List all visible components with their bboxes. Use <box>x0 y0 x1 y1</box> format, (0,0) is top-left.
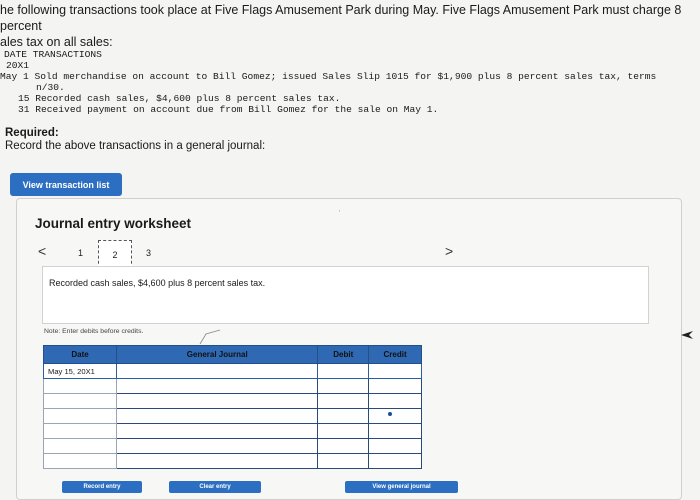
debit-cell[interactable] <box>317 423 370 439</box>
date-cell[interactable]: May 15, 20X1 <box>42 363 118 379</box>
transaction-description: Recorded cash sales, $4,600 plus 8 perce… <box>49 278 266 288</box>
chevron-left-icon[interactable]: < <box>38 243 46 259</box>
credit-cell[interactable] <box>368 423 422 439</box>
page-1-link[interactable]: 1 <box>78 248 83 258</box>
view-general-journal-button[interactable]: View general journal <box>345 481 458 493</box>
journal-row <box>42 453 422 469</box>
debit-cell[interactable] <box>317 453 370 469</box>
date-cell[interactable] <box>42 453 118 469</box>
journal-table: Date General Journal Debit Credit May 15… <box>42 345 422 469</box>
date-cell[interactable] <box>42 408 118 424</box>
credit-cell[interactable] <box>368 363 422 379</box>
worksheet-title: Journal entry worksheet <box>35 216 192 231</box>
date-cell[interactable] <box>42 393 118 409</box>
pen-mark <box>199 329 221 345</box>
account-cell[interactable] <box>116 408 319 424</box>
page-3-link[interactable]: 3 <box>146 248 151 258</box>
transaction-description-box <box>42 266 649 324</box>
date-cell[interactable] <box>42 378 118 394</box>
debit-cell[interactable] <box>317 363 370 379</box>
transaction-may-31: 31 Received payment on account due from … <box>18 104 439 115</box>
problem-intro: he following transactions took place at … <box>0 2 695 50</box>
journal-row <box>42 423 422 439</box>
debit-cell[interactable] <box>317 378 370 394</box>
record-entry-button[interactable]: Record entry <box>62 481 142 493</box>
transaction-may-1-cont: n/30. <box>36 82 65 93</box>
transaction-may-1: May 1 Sold merchandise on account to Bil… <box>0 71 657 82</box>
debit-cell[interactable] <box>317 408 370 424</box>
mouse-pointer-icon <box>681 331 693 339</box>
journal-row <box>42 408 422 424</box>
account-cell[interactable] <box>116 453 319 469</box>
date-column-header: Date <box>42 345 118 364</box>
journal-header-row: Date General Journal Debit Credit <box>42 345 422 364</box>
intro-line-2: ales tax on all sales: <box>0 35 113 49</box>
journal-row <box>42 378 422 394</box>
transaction-may-15: 15 Recorded cash sales, $4,600 plus 8 pe… <box>18 93 341 104</box>
date-cell[interactable] <box>42 423 118 439</box>
transactions-header: DATE TRANSACTIONS <box>4 49 102 60</box>
journal-row: May 15, 20X1 <box>42 363 422 379</box>
journal-row <box>42 438 422 454</box>
credit-cell[interactable] <box>368 378 422 394</box>
credit-column-header: Credit <box>368 345 422 364</box>
chevron-right-icon[interactable]: > <box>445 243 453 259</box>
account-cell[interactable] <box>116 438 319 454</box>
transactions-year: 20X1 <box>6 60 30 71</box>
clear-entry-button[interactable]: Clear entry <box>169 481 261 493</box>
general-journal-column-header: General Journal <box>116 345 319 364</box>
debit-cell[interactable] <box>317 438 370 454</box>
page-2-label: 2 <box>112 249 118 260</box>
intro-line-1: he following transactions took place at … <box>0 3 682 33</box>
credit-cell[interactable] <box>368 408 422 424</box>
required-text: Record the above transactions in a gener… <box>5 140 266 152</box>
account-cell[interactable] <box>116 423 319 439</box>
debit-cell[interactable] <box>317 393 370 409</box>
stray-mark: ' <box>339 210 341 217</box>
date-cell[interactable] <box>42 438 118 454</box>
credit-cell[interactable] <box>368 453 422 469</box>
credit-cell[interactable] <box>368 438 422 454</box>
view-transaction-list-button[interactable]: View transaction list <box>10 173 122 196</box>
cell-marker-dot <box>388 412 392 416</box>
debit-column-header: Debit <box>317 345 370 364</box>
page-2-current[interactable]: 2 <box>98 240 132 269</box>
account-cell[interactable] <box>116 393 319 409</box>
debit-credit-note: Note: Enter debits before credits. <box>44 328 144 335</box>
required-label: Required: <box>5 127 59 139</box>
account-cell[interactable] <box>116 378 319 394</box>
account-cell[interactable] <box>116 363 319 379</box>
journal-row <box>42 393 422 409</box>
credit-cell[interactable] <box>368 393 422 409</box>
